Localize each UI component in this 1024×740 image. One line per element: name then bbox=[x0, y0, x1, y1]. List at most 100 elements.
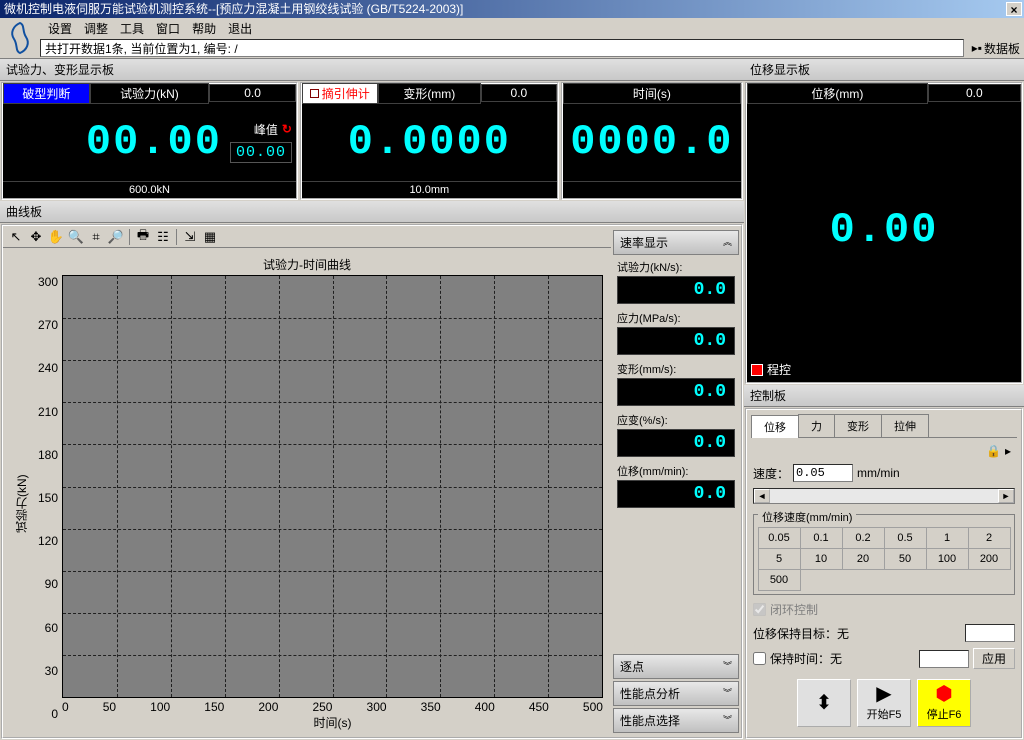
chevron-down-icon: ︾ bbox=[723, 691, 732, 696]
export-icon[interactable]: ⇲ bbox=[181, 228, 199, 246]
zoom-in-icon[interactable]: 🔍 bbox=[67, 228, 85, 246]
hand-icon[interactable]: ✋ bbox=[47, 228, 65, 246]
speed-unit: mm/min bbox=[857, 466, 900, 480]
rate-display-header[interactable]: 速率显示︽ bbox=[613, 230, 739, 255]
extensometer-label: 摘引伸计 bbox=[322, 85, 370, 102]
speed-cell[interactable]: 200 bbox=[968, 548, 1011, 570]
tab-disp[interactable]: 位移 bbox=[751, 415, 799, 438]
info-input[interactable] bbox=[40, 39, 964, 57]
chart-title: 试验力-时间曲线 bbox=[11, 254, 603, 275]
def-zero: 0.0 bbox=[481, 84, 557, 102]
refresh-icon[interactable]: ↻ bbox=[282, 122, 292, 136]
speed-cell[interactable]: 50 bbox=[884, 548, 927, 570]
scroll-left-icon[interactable]: ◄ bbox=[754, 489, 770, 503]
speed-cell[interactable]: 10 bbox=[800, 548, 843, 570]
chevron-down-icon: ︾ bbox=[723, 664, 732, 669]
speed-cell[interactable]: 1 bbox=[926, 527, 969, 549]
hold-target-input[interactable] bbox=[965, 624, 1015, 642]
data-panel-button[interactable]: ▸▪ 数据板 bbox=[968, 40, 1024, 57]
speed-cell[interactable]: 20 bbox=[842, 548, 885, 570]
speed-cell[interactable]: 0.2 bbox=[842, 527, 885, 549]
pointer-icon[interactable]: ↖ bbox=[7, 228, 25, 246]
speed-cell[interactable]: 100 bbox=[926, 548, 969, 570]
peak-label: 峰值 bbox=[254, 121, 278, 138]
force-label: 试验力(kN) bbox=[90, 83, 209, 104]
acc-analysis[interactable]: 性能点分析︾ bbox=[613, 681, 739, 706]
force-value: 00.00 bbox=[5, 116, 224, 168]
rate-def: 0.0 bbox=[617, 378, 735, 406]
scroll-right-icon[interactable]: ► bbox=[998, 489, 1014, 503]
print-icon[interactable]: 🖶 bbox=[134, 228, 152, 246]
menu-adjust[interactable]: 调整 bbox=[80, 20, 112, 36]
speed-cell[interactable]: 500 bbox=[758, 569, 801, 591]
zoom-box-icon[interactable]: ⌗ bbox=[87, 228, 105, 246]
menu-help[interactable]: 帮助 bbox=[188, 20, 220, 36]
peak-value: 00.00 bbox=[230, 142, 292, 163]
tab-def[interactable]: 变形 bbox=[834, 414, 882, 437]
chart-ylabel: 试验力(kN) bbox=[11, 275, 32, 733]
window-title: 微机控制电液伺服万能试验机测控系统--[预应力混凝土用钢绞线试验 (GB/T52… bbox=[4, 0, 463, 18]
chevron-down-icon: ︾ bbox=[723, 718, 732, 723]
rate-force: 0.0 bbox=[617, 276, 735, 304]
config-icon[interactable]: ▦ bbox=[201, 228, 219, 246]
lock-icon[interactable]: 🔒 bbox=[986, 444, 1001, 458]
def-range: 10.0mm bbox=[302, 181, 557, 198]
chevron-up-icon: ︽ bbox=[723, 240, 732, 245]
acc-select[interactable]: 性能点选择︾ bbox=[613, 708, 739, 733]
speed-scrollbar[interactable]: ◄ ► bbox=[753, 488, 1015, 504]
closed-loop-checkbox bbox=[753, 603, 766, 616]
disp-value: 0.00 bbox=[828, 204, 941, 256]
hold-target-label: 位移保持目标：无 bbox=[753, 625, 849, 642]
menu-settings[interactable]: 设置 bbox=[44, 20, 76, 36]
chart-plot-area[interactable] bbox=[62, 275, 603, 698]
curve-toolbar: ↖ ✥ ✋ 🔍 ⌗ 🔎 🖶 ☷ ⇲ ▦ bbox=[3, 226, 611, 248]
speed-cell[interactable]: 0.1 bbox=[800, 527, 843, 549]
apply-button[interactable]: 应用 bbox=[973, 648, 1015, 669]
updown-icon: ⬍ bbox=[816, 693, 833, 713]
force-range: 600.0kN bbox=[3, 181, 296, 198]
data-panel-icon: ▸▪ bbox=[972, 41, 982, 55]
speed-cell[interactable]: 0.5 bbox=[884, 527, 927, 549]
extensometer-checkbox[interactable] bbox=[310, 89, 319, 98]
speed-grid-title: 位移速度(mm/min) bbox=[758, 509, 856, 525]
hold-time-checkbox[interactable] bbox=[753, 652, 766, 665]
force-zero: 0.0 bbox=[209, 84, 296, 102]
close-button[interactable]: × bbox=[1006, 2, 1022, 16]
chart-xlabel: 时间(s) bbox=[62, 712, 603, 733]
start-button[interactable]: ▶开始F5 bbox=[857, 679, 911, 727]
time-label: 时间(s) bbox=[563, 83, 741, 104]
speed-label: 速度： bbox=[753, 465, 789, 482]
acc-points[interactable]: 逐点︾ bbox=[613, 654, 739, 679]
speed-cell[interactable]: 5 bbox=[758, 548, 801, 570]
hold-time-input[interactable] bbox=[919, 650, 969, 668]
disp-label: 位移(mm) bbox=[747, 83, 928, 104]
menu-bar: 设置 调整 工具 窗口 帮助 退出 bbox=[40, 18, 1024, 38]
closed-loop-label: 闭环控制 bbox=[770, 601, 818, 618]
crosshair-icon[interactable]: ✥ bbox=[27, 228, 45, 246]
speed-cell[interactable]: 2 bbox=[968, 527, 1011, 549]
status-label: 程控 bbox=[767, 361, 791, 378]
updown-button[interactable]: ⬍ bbox=[797, 679, 851, 727]
menu-exit[interactable]: 退出 bbox=[224, 20, 256, 36]
tab-force[interactable]: 力 bbox=[798, 414, 835, 437]
menu-tools[interactable]: 工具 bbox=[116, 20, 148, 36]
rate-strain: 0.0 bbox=[617, 429, 735, 457]
chart-xaxis: 050100150200250300350400450500 bbox=[62, 698, 603, 712]
app-logo bbox=[0, 18, 40, 58]
expand-icon[interactable]: ▸ bbox=[1005, 444, 1011, 458]
menu-window[interactable]: 窗口 bbox=[152, 20, 184, 36]
force-def-panel-title: 试验力、变形显示板 bbox=[0, 59, 744, 81]
tab-tension[interactable]: 拉伸 bbox=[881, 414, 929, 437]
curve-panel-title: 曲线板 bbox=[0, 201, 744, 223]
speed-cell[interactable]: 0.05 bbox=[758, 527, 801, 549]
zoom-reset-icon[interactable]: 🔎 bbox=[107, 228, 125, 246]
hold-time-label: 保持时间：无 bbox=[770, 650, 842, 667]
stop-button[interactable]: ⬢停止F6 bbox=[917, 679, 971, 727]
rate-stress: 0.0 bbox=[617, 327, 735, 355]
status-indicator bbox=[751, 364, 763, 376]
play-icon: ▶ bbox=[876, 684, 891, 704]
rate-disp: 0.0 bbox=[617, 480, 735, 508]
stop-icon: ⬢ bbox=[935, 684, 952, 704]
chart-setup-icon[interactable]: ☷ bbox=[154, 228, 172, 246]
speed-input[interactable] bbox=[793, 464, 853, 482]
